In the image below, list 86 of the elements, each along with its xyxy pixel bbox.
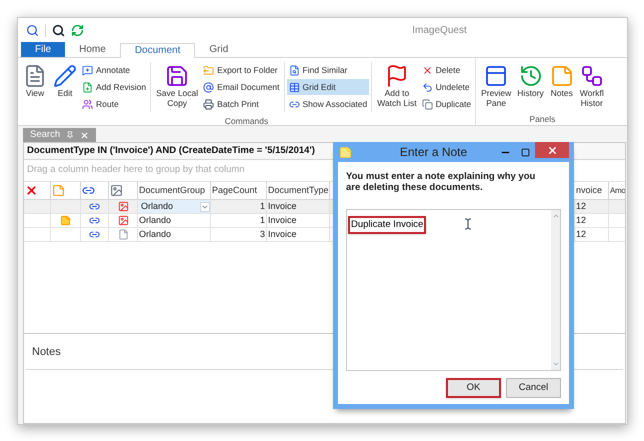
table-cell-text: Invoice: [268, 228, 297, 241]
dialog-title: Enter a Note: [398, 144, 468, 161]
picture-icon: [110, 184, 123, 197]
ribbon-tab[interactable]: Document: [120, 43, 196, 58]
page-search-icon: [288, 64, 300, 76]
note-textarea[interactable]: Duplicate Invoice: [346, 209, 561, 371]
pencil-icon: [53, 64, 77, 88]
dialog-message: You must enter a note explaining why you are deleting these documents.: [346, 171, 536, 193]
ribbon-button[interactable]: Find Similar: [286, 62, 370, 78]
column-header[interactable]: DocumentGroup: [139, 184, 206, 198]
table-edit-icon: [288, 82, 300, 92]
query-text: DocumentType IN ('Invoice') AND (CreateDateTime = '5/15/2014'): [27, 144, 315, 158]
link-icon[interactable]: [89, 229, 100, 240]
printer-icon: [203, 98, 214, 110]
ribbon-button[interactable]: Save Local Copy: [153, 62, 202, 112]
dialog-button[interactable]: Cancel: [506, 378, 561, 398]
ribbon-button[interactable]: History: [514, 62, 547, 110]
table-cell-text: Invoice: [268, 200, 297, 213]
ribbon-button[interactable]: Show Associated: [286, 96, 370, 112]
page-plus-icon: [82, 82, 93, 92]
group-label: Panels: [529, 114, 556, 125]
dropdown-field[interactable]: Orlando: [139, 200, 210, 213]
ribbon-button[interactable]: Export to Folder: [201, 62, 282, 78]
ribbon-tab[interactable]: File: [21, 42, 66, 57]
ribbon-tab[interactable]: Home: [65, 42, 120, 57]
x-icon: [422, 64, 433, 76]
undo-icon: [422, 82, 433, 92]
close-icon: [546, 144, 558, 156]
comment-plus-icon: [82, 64, 93, 76]
column-header[interactable]: DocumentType: [268, 184, 329, 198]
pane-icon: [484, 64, 508, 88]
table-cell-text: 12: [576, 228, 586, 241]
history-icon: [518, 64, 543, 88]
window-title: ImageQuest: [412, 24, 467, 38]
note-icon: [339, 146, 352, 158]
maximize-icon: [520, 148, 530, 156]
table-cell-text: 3: [260, 228, 265, 241]
copy-icon: [422, 98, 433, 110]
table-cell-text: Orlando: [139, 214, 172, 227]
pin-icon[interactable]: [66, 131, 74, 139]
link-icon[interactable]: [89, 215, 100, 226]
ribbon-button[interactable]: Email Document: [201, 79, 282, 95]
link-icon[interactable]: [89, 201, 100, 212]
ribbon-button[interactable]: Notes: [546, 62, 577, 110]
column-header[interactable]: PageCount: [212, 184, 258, 198]
dropdown-caret-icon: [200, 202, 210, 212]
table-cell-text: 1: [260, 214, 265, 227]
ribbon-button[interactable]: Delete: [420, 62, 474, 78]
at-sign-icon: [203, 82, 214, 92]
page-icon: [23, 64, 47, 88]
table-cell-text: Orlando: [139, 228, 172, 241]
ribbon-button[interactable]: Route: [80, 96, 148, 112]
close-button[interactable]: [535, 142, 569, 158]
ribbon-tab[interactable]: Grid: [195, 42, 242, 57]
ribbon-button[interactable]: Batch Print: [201, 96, 282, 112]
ribbon-button[interactable]: Annotate: [80, 62, 148, 78]
column-header[interactable]: Amo: [610, 184, 625, 196]
ribbon-button[interactable]: Edit: [50, 62, 80, 112]
refresh-icon[interactable]: [71, 24, 84, 37]
table-cell-text: 12: [576, 214, 586, 227]
note-text: Duplicate Invoice: [348, 216, 426, 234]
ribbon-button[interactable]: Duplicate: [420, 96, 474, 112]
ribbon-button[interactable]: Grid Edit: [286, 79, 370, 95]
ribbon-button[interactable]: View: [20, 62, 50, 112]
ribbon-button[interactable]: Undelete: [420, 79, 474, 95]
people-icon: [82, 98, 93, 110]
ribbon-button[interactable]: Workfl Histor: [576, 62, 607, 110]
workflow-icon: [580, 64, 604, 88]
table-cell-text: 1: [260, 200, 265, 213]
group-label: Commands: [224, 116, 268, 125]
note-icon: [550, 64, 574, 88]
table-cell-text: Invoice: [268, 214, 297, 227]
text-cursor-icon: [462, 218, 474, 230]
folder-arrow-icon: [203, 64, 214, 76]
column-header[interactable]: nvoice: [576, 184, 602, 198]
ribbon-button[interactable]: Add Revision: [80, 79, 148, 95]
note-icon: [52, 184, 65, 197]
panel-title: Notes: [32, 345, 61, 360]
dialog-button[interactable]: OK: [446, 378, 501, 398]
close-icon[interactable]: [80, 130, 90, 140]
group-by-hint: Drag a column header here to group by that column: [27, 163, 245, 178]
search-icon[interactable]: [26, 24, 39, 37]
x-icon: [25, 184, 38, 197]
table-cell-text: 12: [576, 200, 586, 213]
ribbon-button[interactable]: Preview Pane: [478, 62, 514, 110]
ribbon-button[interactable]: Add to Watch List: [374, 62, 420, 112]
